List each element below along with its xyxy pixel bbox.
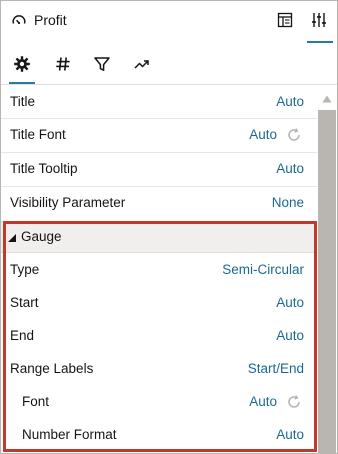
- property-row-type[interactable]: Type Semi-Circular: [1, 253, 317, 286]
- general-tab-indicator: [9, 82, 35, 84]
- property-value[interactable]: Auto: [276, 427, 304, 442]
- property-row-font[interactable]: Font Auto: [1, 385, 317, 418]
- filter-icon[interactable]: [93, 55, 111, 73]
- properties-panel: Profit Title Auto Title Font Auto Title …: [0, 0, 338, 454]
- property-value[interactable]: Auto: [249, 394, 277, 409]
- property-label: Type: [10, 262, 40, 277]
- property-label: Title: [10, 94, 36, 109]
- property-label: Start: [10, 295, 39, 310]
- property-row-title-font[interactable]: Title Font Auto: [1, 119, 317, 153]
- property-value[interactable]: Start/End: [248, 361, 304, 376]
- hash-icon[interactable]: [54, 55, 72, 73]
- property-row-visibility-parameter[interactable]: Visibility Parameter None: [1, 187, 317, 222]
- property-label: Title Font: [10, 127, 66, 142]
- gauge-icon: [12, 15, 26, 25]
- reset-icon[interactable]: [286, 394, 302, 410]
- property-label: Font: [22, 394, 50, 409]
- property-value[interactable]: Auto: [249, 127, 277, 142]
- property-label: Title Tooltip: [10, 161, 78, 176]
- property-label: Visibility Parameter: [10, 195, 126, 210]
- property-tabs: [1, 43, 337, 85]
- panel-header: Profit: [1, 1, 337, 43]
- property-label: Number Format: [22, 427, 117, 442]
- scrollbar[interactable]: [317, 86, 337, 453]
- property-row-title[interactable]: Title Auto: [1, 86, 317, 119]
- property-list: Title Auto Title Font Auto Title Tooltip…: [1, 86, 317, 451]
- reset-icon[interactable]: [286, 127, 302, 143]
- property-value[interactable]: None: [272, 195, 304, 210]
- property-label: End: [10, 328, 35, 343]
- property-row-range-labels[interactable]: Range Labels Start/End: [1, 352, 317, 385]
- gauge-section-header[interactable]: Gauge: [1, 222, 317, 253]
- section-title: Gauge: [21, 229, 62, 244]
- property-row-start[interactable]: Start Auto: [1, 286, 317, 319]
- layout-icon[interactable]: [277, 12, 293, 28]
- scroll-up-icon[interactable]: [322, 95, 332, 103]
- property-row-number-format[interactable]: Number Format Auto: [1, 418, 317, 451]
- property-row-title-tooltip[interactable]: Title Tooltip Auto: [1, 153, 317, 187]
- property-value[interactable]: Auto: [276, 94, 304, 109]
- panel-title: Profit: [34, 12, 67, 28]
- scrollbar-thumb[interactable]: [318, 110, 336, 453]
- trend-icon[interactable]: [133, 55, 151, 73]
- property-label: Range Labels: [10, 361, 94, 376]
- property-value[interactable]: Auto: [276, 328, 304, 343]
- property-value[interactable]: Auto: [276, 295, 304, 310]
- property-value[interactable]: Semi-Circular: [222, 262, 304, 277]
- collapse-triangle-icon[interactable]: [7, 233, 17, 243]
- properties-icon[interactable]: [310, 11, 328, 29]
- gear-icon[interactable]: [13, 55, 31, 73]
- property-value[interactable]: Auto: [276, 161, 304, 176]
- property-row-end[interactable]: End Auto: [1, 319, 317, 352]
